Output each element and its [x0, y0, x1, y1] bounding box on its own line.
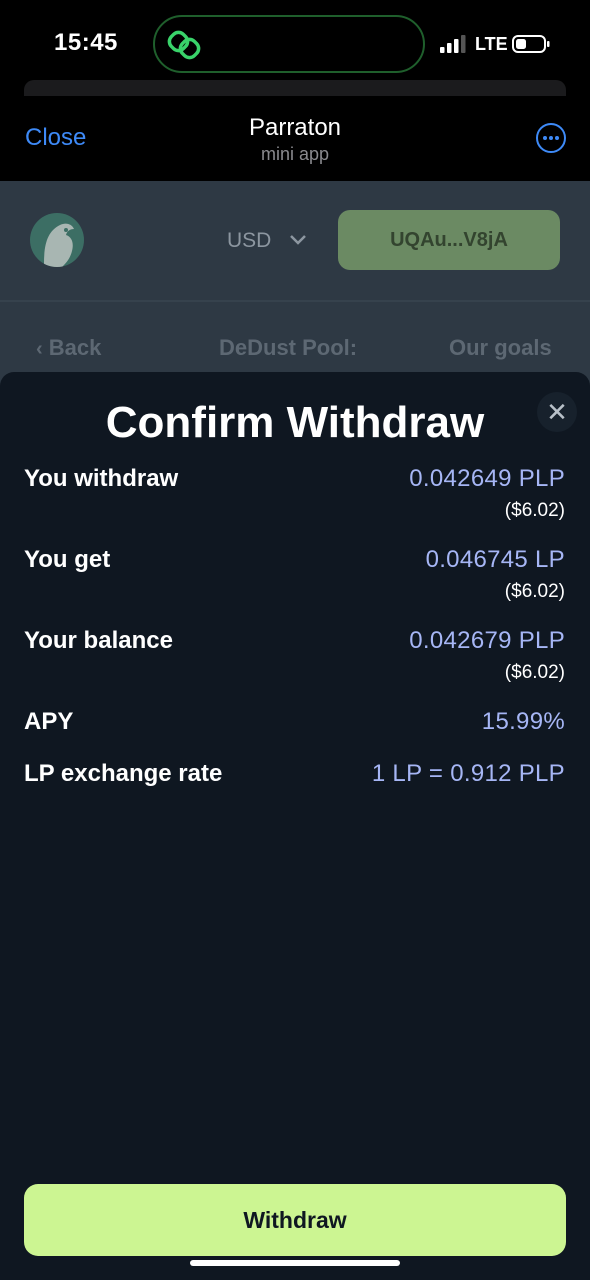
signal-icon — [440, 35, 466, 53]
chevron-down-icon[interactable] — [289, 234, 307, 246]
exchange-rate-label: LP exchange rate — [24, 760, 223, 787]
avatar[interactable] — [30, 213, 84, 267]
exchange-rate-value: 1 LP = 0.912 PLP — [371, 760, 565, 787]
dynamic-island — [153, 15, 425, 73]
ellipsis-icon — [543, 136, 547, 140]
wallet-address-button[interactable]: UQAu...V8jA — [338, 210, 560, 270]
apy-label: APY — [24, 708, 74, 735]
withdraw-amount-label: You withdraw — [24, 465, 179, 492]
chevron-left-icon: ‹ — [36, 338, 43, 360]
balance-value: 0.042679 PLP — [409, 627, 565, 654]
status-bar: 15:45 LTE — [0, 0, 590, 82]
bird-logo-icon — [44, 223, 74, 267]
app-subtitle: mini app — [260, 144, 330, 164]
link-icon — [167, 30, 201, 60]
network-type: LTE — [475, 34, 508, 54]
withdraw-amount-usd: ($6.02) — [504, 500, 565, 521]
back-label: Back — [48, 335, 102, 360]
withdraw-button[interactable]: Withdraw — [24, 1184, 566, 1256]
receive-amount-usd: ($6.02) — [504, 581, 565, 602]
pool-title: DeDust Pool: — [219, 335, 358, 360]
app-title: Parraton — [248, 114, 342, 141]
confirm-withdraw-modal: ✕ Confirm Withdraw You withdraw 0.042649… — [0, 372, 590, 1280]
mini-app-header: Close Parraton mini app — [0, 96, 590, 181]
withdraw-amount-value: 0.042649 PLP — [409, 465, 565, 492]
home-indicator[interactable] — [190, 1260, 400, 1266]
apy-value: 15.99% — [481, 708, 565, 735]
balance-usd: ($6.02) — [504, 662, 565, 683]
receive-amount-value: 0.046745 LP — [425, 546, 565, 573]
battery-icon — [512, 35, 550, 53]
receive-amount-label: You get — [24, 546, 111, 573]
status-time: 15:45 — [54, 29, 118, 56]
more-options-button[interactable] — [536, 123, 566, 153]
divider — [0, 300, 590, 302]
goals-link[interactable]: Our goals — [449, 335, 552, 361]
currency-selector[interactable]: USD — [227, 229, 271, 253]
modal-title: Confirm Withdraw — [105, 398, 485, 447]
balance-label: Your balance — [24, 627, 173, 654]
back-button[interactable]: ‹ Back — [36, 335, 101, 361]
